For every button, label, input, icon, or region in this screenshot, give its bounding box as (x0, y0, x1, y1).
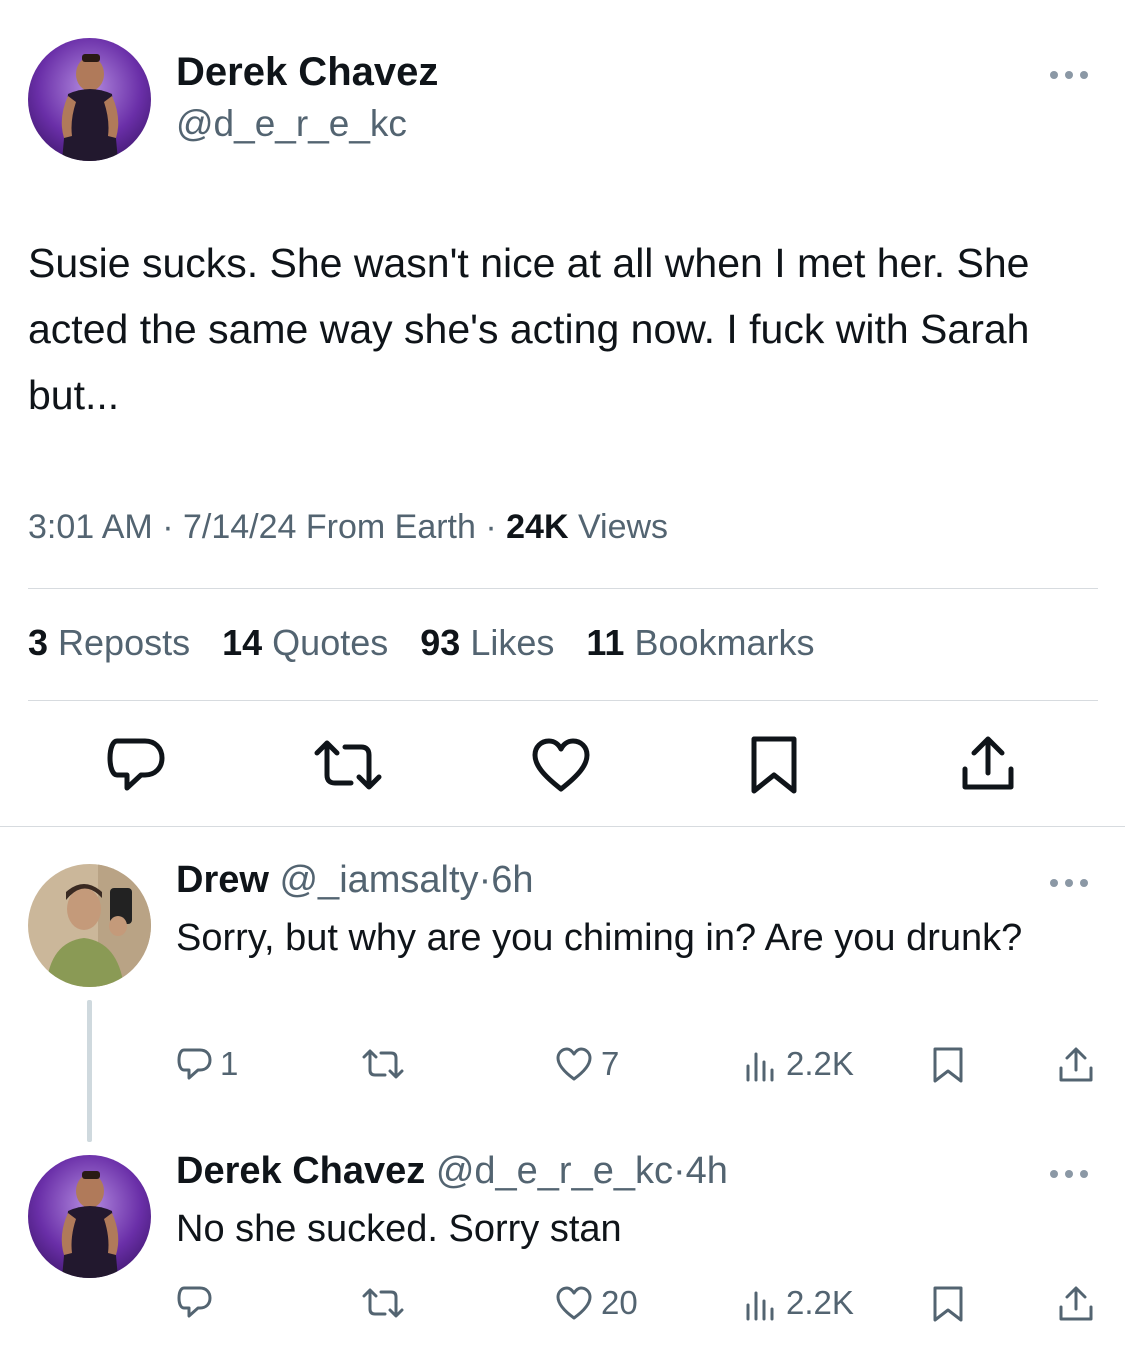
tweet-date[interactable]: 7/14/24 (183, 508, 296, 546)
bookmark-action[interactable] (932, 1046, 972, 1084)
share-action[interactable] (1058, 1285, 1102, 1323)
reply-icon (177, 1048, 212, 1080)
tweet-meta: 3:01 AM · 7/14/24 From Earth · 24K Views (28, 508, 668, 547)
reply-time[interactable]: 6h (491, 859, 533, 901)
author-handle[interactable]: @d_e_r_e_kc (176, 103, 407, 145)
reply-separator: · (478, 859, 492, 901)
share-action[interactable] (1058, 1046, 1102, 1084)
tweet-time[interactable]: 3:01 AM (28, 508, 153, 546)
meta-separator: · (152, 508, 183, 546)
reply-author-name[interactable]: Derek Chavez (176, 1150, 425, 1192)
reply-avatar[interactable] (28, 1155, 151, 1278)
quotes-count: 14 (222, 622, 263, 663)
like-icon (556, 1047, 592, 1081)
tweet-source: From Earth (296, 508, 476, 546)
author-name[interactable]: Derek Chavez (176, 50, 438, 95)
reply-action[interactable] (176, 1284, 220, 1320)
more-icon[interactable] (1050, 1168, 1094, 1180)
reply-action[interactable]: 1 (176, 1045, 238, 1083)
reply-text: No she sucked. Sorry stan (176, 1208, 622, 1250)
reply-time[interactable]: 4h (686, 1150, 728, 1192)
bookmarks-count: 11 (586, 622, 625, 663)
quotes-stat[interactable]: 14 Quotes (222, 622, 388, 663)
repost-icon[interactable] (313, 737, 383, 798)
views-icon (746, 1291, 774, 1321)
views-count: 24K (506, 508, 569, 546)
bookmark-icon[interactable] (750, 735, 798, 802)
repost-action[interactable] (362, 1286, 412, 1320)
reply-author-handle[interactable]: @d_e_r_e_kc (436, 1150, 673, 1192)
divider (28, 700, 1098, 701)
reposts-label: Reposts (48, 622, 191, 663)
repost-icon (362, 1049, 404, 1079)
share-icon[interactable] (960, 735, 1016, 798)
author-avatar[interactable] (28, 38, 151, 161)
thread-line (87, 1000, 92, 1142)
reply-avatar[interactable] (28, 864, 151, 987)
likes-stat[interactable]: 93 Likes (420, 622, 554, 663)
reply-author-handle[interactable]: @_iamsalty (279, 859, 478, 901)
like-count: 7 (601, 1045, 620, 1082)
reply-header: Drew @_iamsalty·6h (176, 859, 534, 902)
like-count: 20 (601, 1284, 638, 1321)
divider (0, 826, 1125, 827)
bookmark-action[interactable] (932, 1285, 972, 1323)
reply-count: 1 (220, 1045, 239, 1082)
bookmarks-stat[interactable]: 11 Bookmarks (586, 622, 814, 663)
share-icon (1059, 1286, 1093, 1321)
views-action[interactable]: 2.2K (744, 1284, 854, 1322)
reply-text: Sorry, but why are you chiming in? Are y… (176, 917, 1023, 959)
tweet-stats: 3 Reposts 14 Quotes 93 Likes 11 Bookmark… (28, 622, 815, 664)
tweet-text: Susie sucks. She wasn't nice at all when… (28, 240, 1030, 418)
meta-separator: · (475, 508, 507, 546)
repost-action[interactable] (362, 1047, 412, 1081)
quotes-label: Quotes (262, 622, 389, 663)
reply-header: Derek Chavez @d_e_r_e_kc·4h (176, 1150, 728, 1193)
bookmarks-label: Bookmarks (624, 622, 815, 663)
reply-icon (177, 1286, 212, 1318)
more-icon[interactable] (1050, 69, 1094, 81)
divider (28, 588, 1098, 589)
like-icon[interactable] (531, 737, 591, 798)
view-count: 2.2K (786, 1284, 854, 1321)
share-icon (1059, 1047, 1093, 1082)
likes-count: 93 (420, 622, 461, 663)
like-action[interactable]: 20 (555, 1284, 638, 1322)
like-action[interactable]: 7 (555, 1045, 619, 1083)
reply-icon[interactable] (105, 735, 167, 800)
like-icon (556, 1286, 592, 1320)
views-icon (746, 1052, 774, 1082)
reposts-stat[interactable]: 3 Reposts (28, 622, 190, 663)
bookmark-icon (933, 1286, 963, 1322)
views-action[interactable]: 2.2K (744, 1045, 854, 1083)
repost-icon (362, 1288, 404, 1318)
reply-separator: · (672, 1150, 686, 1192)
more-icon[interactable] (1050, 877, 1094, 889)
reposts-count: 3 (28, 622, 49, 663)
bookmark-icon (933, 1047, 963, 1083)
views-label: Views (568, 508, 669, 546)
view-count: 2.2K (786, 1045, 854, 1082)
reply-author-name[interactable]: Drew (176, 859, 269, 901)
likes-label: Likes (460, 622, 555, 663)
